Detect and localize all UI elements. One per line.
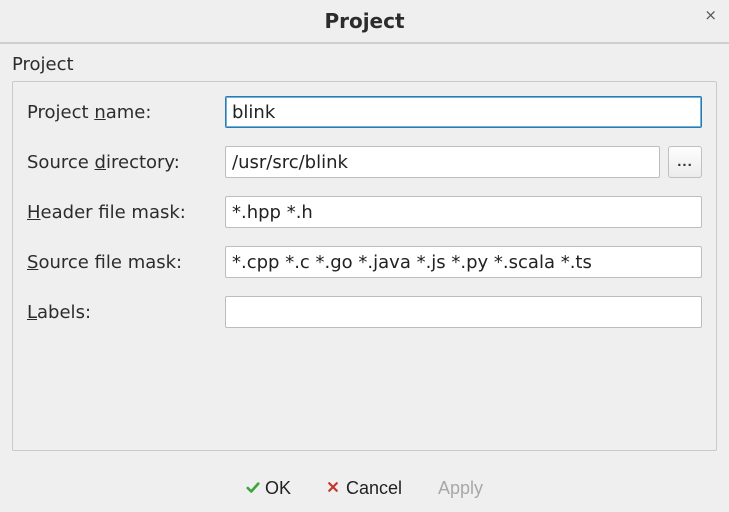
- cross-icon: [327, 481, 341, 495]
- browse-button[interactable]: ...: [668, 146, 702, 178]
- close-icon[interactable]: ×: [702, 6, 719, 25]
- ok-label: OK: [265, 478, 291, 499]
- project-group: Project name: Source directory: ... Head…: [12, 81, 717, 451]
- cancel-label: Cancel: [346, 478, 402, 499]
- source-mask-input[interactable]: [225, 246, 702, 278]
- label-source-mask: Source file mask:: [27, 252, 217, 273]
- row-header-mask: Header file mask:: [27, 196, 702, 228]
- cancel-button[interactable]: Cancel: [323, 476, 406, 501]
- project-name-input[interactable]: [225, 96, 702, 128]
- row-project-name: Project name:: [27, 96, 702, 128]
- header-mask-input[interactable]: [225, 196, 702, 228]
- row-labels: Labels:: [27, 296, 702, 328]
- window-title: Project: [324, 9, 404, 33]
- apply-label: Apply: [438, 478, 483, 499]
- titlebar: Project ×: [0, 0, 729, 44]
- label-project-name: Project name:: [27, 102, 217, 123]
- apply-button: Apply: [434, 476, 487, 501]
- ok-button[interactable]: OK: [242, 476, 295, 501]
- row-source-directory: Source directory: ...: [27, 146, 702, 178]
- label-labels: Labels:: [27, 302, 217, 323]
- dialog-footer: OK Cancel Apply: [0, 464, 729, 512]
- labels-input[interactable]: [225, 296, 702, 328]
- label-header-mask: Header file mask:: [27, 202, 217, 223]
- label-source-directory: Source directory:: [27, 152, 217, 173]
- dialog-content: Project Project name: Source directory: …: [0, 44, 729, 464]
- section-label: Project: [12, 54, 717, 81]
- check-icon: [246, 481, 260, 495]
- source-directory-input[interactable]: [225, 146, 660, 178]
- row-source-mask: Source file mask:: [27, 246, 702, 278]
